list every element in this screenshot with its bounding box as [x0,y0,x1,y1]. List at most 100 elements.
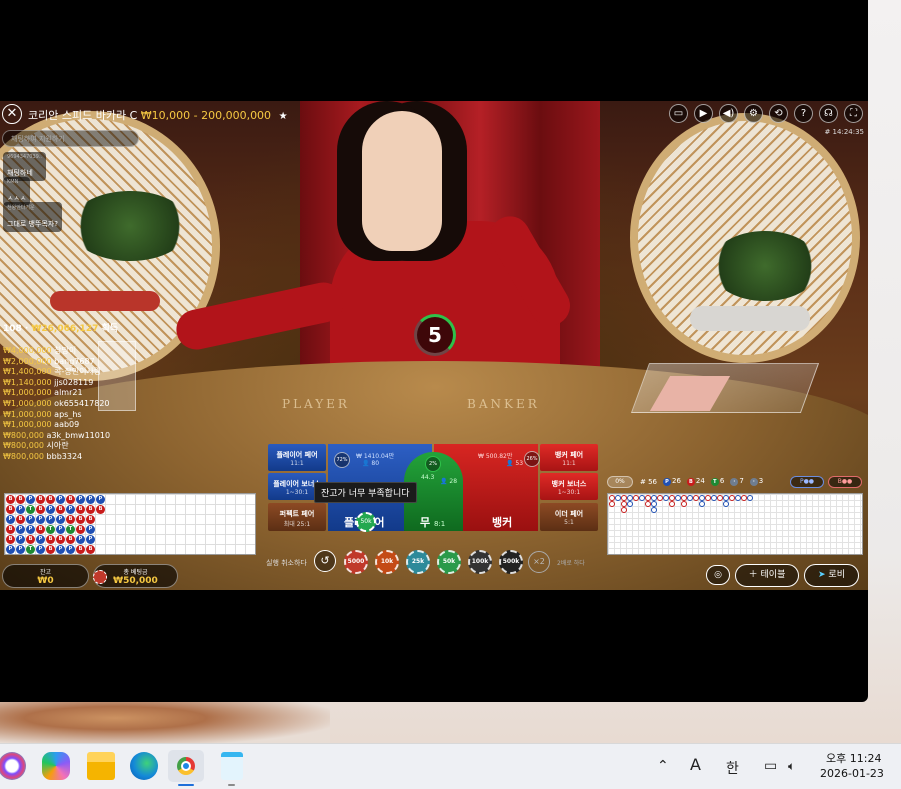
chat-input[interactable]: 채팅하여 지원하기 [2,130,139,147]
bet-banker-pair[interactable]: 뱅커 페어 11:1 [540,444,598,471]
chip-500k[interactable]: 500k [499,550,523,574]
balance-label: 잔고 [39,569,52,576]
table-title: 코리안 스피드 바카라 C ₩10,000 - 200,000,000 ★ [28,107,288,123]
widgets-icon[interactable] [0,752,26,780]
network-icon[interactable]: ▭ [764,758,777,774]
tie-amount: 44.3 [421,474,435,481]
bead-result: P [66,545,75,554]
chip-25k[interactable]: 25k [406,550,430,574]
bead-result: P [16,525,25,534]
toolbar: ▭ ▶ ◀) ⚙ ⟲ ? ☊ ⛶ [669,104,863,123]
tie-wins-value: 6 [719,477,725,485]
chat-icon[interactable]: ▭ [669,104,688,123]
balance-display: 잔고 ₩0 [2,564,89,588]
history-icon[interactable]: ⟲ [769,104,788,123]
volume-icon[interactable]: ◀) [719,104,738,123]
bet-player-pair[interactable]: 플레이어 페어 11:1 [268,444,326,471]
notepad-icon[interactable] [221,752,243,780]
bead-result: P [36,515,45,524]
bead-result: B [16,515,25,524]
bead-result: P [86,535,95,544]
bead-result: B [66,515,75,524]
bead-road[interactable]: BBPBBPBPBPPPPTPPBTBBPBPPBPPTBBPBPPBPBPBT… [4,493,256,555]
fullscreen-icon[interactable]: ⛶ [844,104,863,123]
big-road-result [627,501,633,507]
banker-dot-icon: B [686,478,695,486]
video-icon[interactable]: ▶ [694,104,713,123]
chip-stack-button[interactable]: ◎ [706,565,730,585]
lobby-button[interactable]: ➤ 로비 [804,564,859,587]
edge-icon[interactable] [130,752,158,780]
bet-odds: 최대 25:1 [283,521,311,528]
clock-date[interactable]: 2026-01-23 [820,767,884,780]
chip-5000[interactable]: 5000 [344,550,368,574]
lobby-icon: ➤ [818,570,826,580]
tie-count-value: 28 [449,478,458,485]
bead-result: T [26,545,35,554]
winner-name: ok655417820 [51,398,110,408]
clock-time[interactable]: 오후 11:24 [826,750,881,766]
table-name: 코리안 스피드 바카라 C [28,109,138,122]
road-percent: 0% [607,476,633,488]
undo-icon: ↺ [320,554,330,567]
player-ask-button[interactable]: P●● [790,476,824,488]
bet-perfect-pair[interactable]: 퍼펙트 페어 최대 25:1 [268,503,326,531]
winners-summary: 108 · ₩26,066,127 획득 [3,324,119,334]
winner-row: ₩1,000,000 almr21 [3,388,110,399]
close-icon: ✕ [6,106,18,121]
bet-odds: 11:1 [562,460,576,467]
winners-total: ₩26,066,127 [31,324,99,334]
bead-result: P [26,495,35,504]
big-road-result [609,501,615,507]
chip-100k[interactable]: 100k [468,550,492,574]
tie-odds: 8:1 [433,520,446,528]
winner-name: aab09 [51,420,80,430]
double-button[interactable]: ×2 [528,551,550,573]
file-explorer-icon[interactable] [87,752,115,780]
player-count-value: 80 [371,460,380,467]
favorite-icon[interactable]: ★ [279,111,288,122]
chip-50k[interactable]: 50k [437,550,461,574]
banker-wins: B 24 [686,477,705,486]
winner-amount: ₩1,000,000 [3,409,52,419]
settings-icon[interactable]: ⚙ [744,104,763,123]
close-button[interactable]: ✕ [2,104,22,124]
add-table-button[interactable]: ＋ 테이블 [735,564,799,587]
volume-tray-icon[interactable]: 🔈︎ [788,759,795,774]
dealer-head [362,111,442,251]
bead-result: P [56,525,65,534]
show-hidden-icons[interactable]: ⌃ [657,758,669,774]
chat-text: 채팅하네 [7,169,33,177]
felt-banker-label: BANKER [467,397,540,411]
taskbar: ⌃ A 한 ▭ 🔈︎ 오후 11:24 2026-01-23 [0,743,901,789]
banker-ask-button[interactable]: B●● [828,476,862,488]
big-road-result [651,507,657,513]
bead-result: P [26,515,35,524]
bead-result: B [6,535,15,544]
undo-button[interactable]: ↺ [314,550,336,572]
felt-player-label: PLAYER [282,397,350,411]
big-road[interactable] [607,493,863,555]
chrome-icon[interactable] [172,752,200,780]
bead-result: P [76,495,85,504]
big-road-result [681,501,687,507]
placed-chip: 50k [356,512,376,532]
bead-result: B [56,535,65,544]
bead-result: B [56,505,65,514]
bet-banker-bonus[interactable]: 뱅커 보너스 1~30:1 [540,473,598,500]
chip-10k[interactable]: 10k [375,550,399,574]
chat-user: 천왕안다기운 [7,205,35,211]
copilot-icon[interactable] [42,752,70,780]
big-road-result [669,501,675,507]
bet-odds: 11:1 [290,460,304,467]
ime-mode-indicator[interactable]: A [690,755,701,774]
ime-language-indicator[interactable]: 한 [726,758,739,778]
tie-label: 무 8:1 [420,514,445,530]
winner-row: ₩1,000,000 aab09 [3,420,110,431]
headset-icon[interactable]: ☊ [819,104,838,123]
help-icon[interactable]: ? [794,104,813,123]
pair-dot-icon: · [749,478,758,486]
bead-result: P [36,535,45,544]
chrome-center [181,761,191,771]
bet-either-pair[interactable]: 이더 페어 5:1 [540,503,598,531]
